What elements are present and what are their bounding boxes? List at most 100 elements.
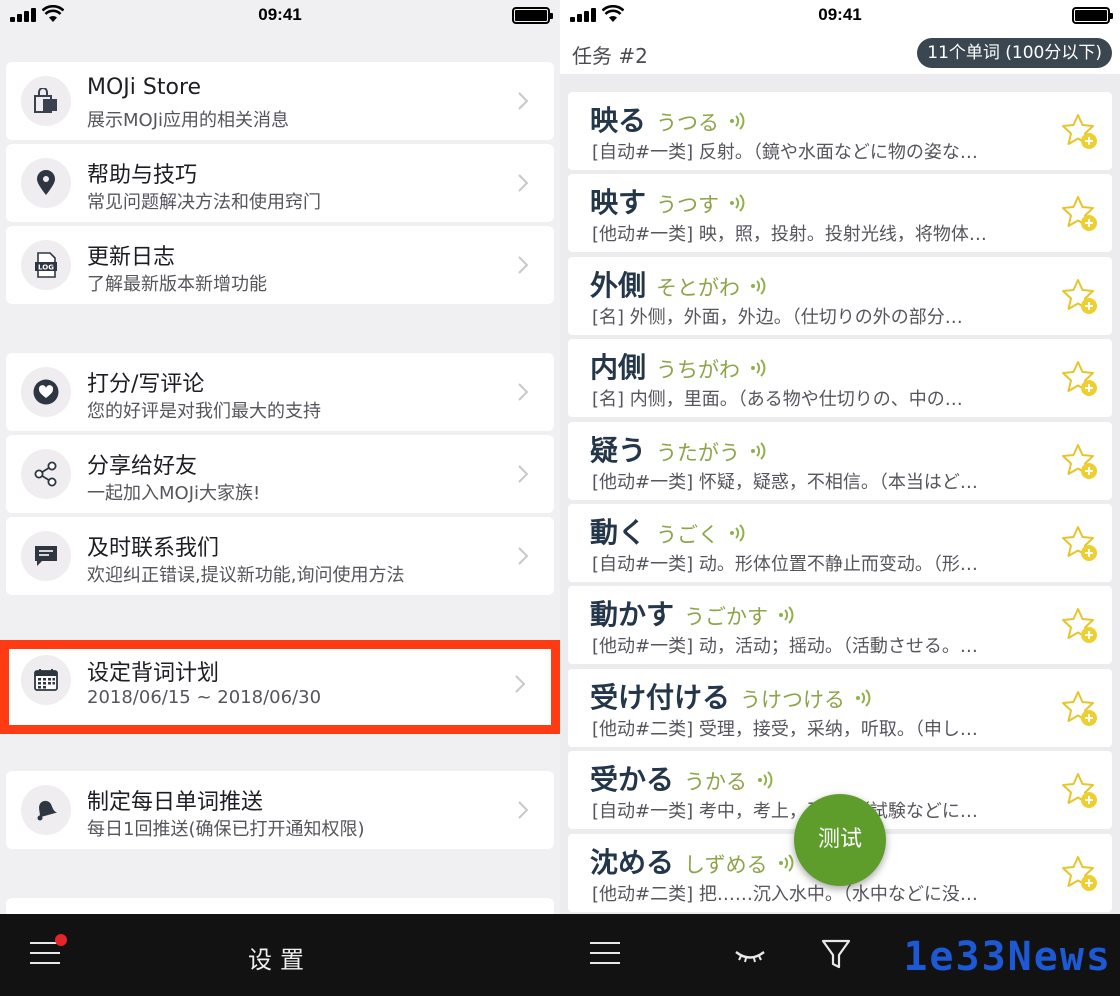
speaker-icon[interactable] <box>778 606 798 625</box>
menu-item-subtitle: 了解最新版本新增功能 <box>87 274 267 295</box>
word-kanji: 内側 <box>590 351 647 385</box>
settings-screen: 09:41 MOJi Store 展示MOJi应用的相关消息 帮助与技巧 常见问… <box>0 0 560 996</box>
log-file-icon: LOG <box>21 240 71 290</box>
word-heading: 動かす うごかす <box>590 593 798 631</box>
speaker-icon[interactable] <box>750 441 770 460</box>
word-kanji: 疑う <box>590 433 647 467</box>
word-card[interactable]: 映る うつる [自动#一类] 反射。（鏡や水面などに物の姿な… <box>568 92 1112 170</box>
menu-item-subtitle: 欢迎纠正错误,提议新功能,询问使用方法 <box>87 565 405 586</box>
menu-item-title: 制定每日单词推送 <box>87 790 264 815</box>
filter-icon[interactable] <box>818 936 854 972</box>
star-add-icon[interactable] <box>1060 277 1100 317</box>
word-reading: うごかす <box>684 605 769 630</box>
menu-item-subtitle: 2018/06/15 ~ 2018/06/30 <box>87 687 322 708</box>
menu-item-changelog[interactable]: LOG 更新日志 了解最新版本新增功能 <box>6 226 554 304</box>
word-kanji: 映る <box>590 104 647 137</box>
bell-icon <box>21 785 71 835</box>
menu-item-rate[interactable]: 打分/写评论 您的好评是对我们最大的支持 <box>6 353 554 431</box>
menu-item-moji-store[interactable]: MOJi Store 展示MOJi应用的相关消息 <box>6 62 554 140</box>
menu-item-daily-push[interactable]: 制定每日单词推送 每日1回推送(确保已打开通知权限) <box>6 771 554 849</box>
hide-eye-icon[interactable] <box>732 936 768 972</box>
chat-icon <box>21 531 71 581</box>
menu-item-subtitle: 一起加入MOJi大家族! <box>87 483 261 504</box>
chevron-right-icon <box>518 92 528 110</box>
word-kanji: 受け付ける <box>590 680 731 714</box>
battery-icon <box>1072 7 1113 24</box>
word-reading: しずめる <box>684 852 768 877</box>
star-add-icon[interactable] <box>1060 524 1100 564</box>
menu-item-title: 及时联系我们 <box>87 536 220 561</box>
star-add-icon[interactable] <box>1060 771 1100 811</box>
speaker-icon[interactable] <box>750 277 770 295</box>
word-reading: うかる <box>684 770 748 795</box>
word-kanji: 外側 <box>590 268 647 302</box>
chevron-right-icon <box>518 547 528 565</box>
word-heading: 沈める しずめる <box>590 841 798 879</box>
menu-item-help[interactable]: 帮助与技巧 常见问题解决方法和使用窍门 <box>6 144 554 222</box>
menu-item-title: 打分/写评论 <box>87 372 205 397</box>
menu-item-study-plan[interactable]: 设定背词计划 2018/06/15 ~ 2018/06/30 <box>9 649 551 725</box>
chevron-right-icon <box>518 256 528 274</box>
menu-item-title: 帮助与技巧 <box>87 163 198 188</box>
word-reading: うたがう <box>656 440 741 465</box>
word-heading: 動く うごく <box>590 511 749 549</box>
star-add-icon[interactable] <box>1060 359 1100 399</box>
word-card[interactable]: 動かす うごかす [他动#一类] 动，活动；摇动。（活動させる。… <box>568 586 1112 665</box>
word-definition: [他动#一类] 怀疑，疑惑，不相信。（本当はど… <box>592 471 978 493</box>
speaker-icon[interactable] <box>729 112 749 130</box>
word-count-badge: 11个单词 (100分以下) <box>917 38 1112 68</box>
watermark: 1e33News <box>903 934 1112 980</box>
word-reading: うけつける <box>740 687 846 712</box>
word-definition: [自动#一类] 动。形体位置不静止而变动。（形… <box>592 554 978 575</box>
menu-item-subtitle: 每日1回推送(确保已打开通知权限) <box>87 819 365 840</box>
status-bar: 09:41 <box>0 0 560 32</box>
word-definition: [他动#二类] 受理，接受，采纳，听取。（申し… <box>592 718 978 740</box>
menu-item-share[interactable]: 分享给好友 一起加入MOJi大家族! <box>6 435 554 513</box>
word-task-screen: 09:41 任务 #2 11个单词 (100分以下) 映る うつる [自动#一类] … <box>560 0 1120 996</box>
word-kanji: 動かす <box>590 598 675 632</box>
word-card[interactable]: 動く うごく [自动#一类] 动。形体位置不静止而变动。（形… <box>568 504 1112 582</box>
star-add-icon[interactable] <box>1060 112 1100 152</box>
speaker-icon[interactable] <box>750 359 770 377</box>
word-reading: そとがわ <box>656 275 741 300</box>
star-add-icon[interactable] <box>1060 606 1100 646</box>
star-add-icon[interactable] <box>1060 194 1100 234</box>
speaker-icon[interactable] <box>729 194 749 213</box>
menu-item-subtitle: 展示MOJi应用的相关消息 <box>87 110 290 131</box>
test-button[interactable]: 测试 <box>794 794 886 886</box>
speaker-icon[interactable] <box>778 853 798 872</box>
chevron-right-icon <box>515 675 525 693</box>
word-card[interactable]: 疑う うたがう [他动#一类] 怀疑，疑惑，不相信。（本当はど… <box>568 421 1112 500</box>
menu-item-title: 更新日志 <box>87 245 176 270</box>
star-add-icon[interactable] <box>1060 689 1100 729</box>
word-kanji: 沈める <box>590 845 675 879</box>
word-definition: [名] 外侧，外面，外边。（仕切りの外の部分… <box>592 306 963 328</box>
word-heading: 外側 そとがわ <box>590 264 770 302</box>
bottom-toolbar: 1e33News <box>560 914 1120 996</box>
highlight-frame: 设定背词计划 2018/06/15 ~ 2018/06/30 <box>0 640 560 734</box>
word-definition: [自动#一类] 反射。（鏡や水面などに物の姿な… <box>592 142 978 163</box>
word-definition: [他动#一类] 映，照，投射。投射光线，将物体… <box>592 224 987 246</box>
chevron-right-icon <box>518 465 528 483</box>
chevron-right-icon <box>518 383 528 401</box>
speaker-icon[interactable] <box>855 689 875 707</box>
task-title: 任务 #2 <box>572 44 648 68</box>
battery-icon <box>512 7 553 24</box>
page-title: 设置 <box>248 946 312 974</box>
menu-item-contact[interactable]: 及时联系我们 欢迎纠正错误,提议新功能,询问使用方法 <box>6 517 554 595</box>
speaker-icon[interactable] <box>757 771 777 789</box>
chevron-right-icon <box>518 801 528 819</box>
menu-icon[interactable] <box>590 940 620 966</box>
speaker-icon[interactable] <box>729 524 749 542</box>
word-card[interactable]: 映す うつす [他动#一类] 映，照，投射。投射光线，将物体… <box>568 174 1112 253</box>
star-add-icon[interactable] <box>1060 854 1100 894</box>
word-card[interactable]: 外側 そとがわ [名] 外侧，外面，外边。（仕切りの外の部分… <box>568 256 1112 335</box>
menu-item-subtitle: 您的好评是对我们最大的支持 <box>87 401 321 422</box>
word-card[interactable]: 内側 うちがわ [名] 内侧，里面。（ある物や仕切りの、中の… <box>568 339 1112 418</box>
word-reading: うごく <box>656 523 720 547</box>
star-add-icon[interactable] <box>1060 442 1100 482</box>
word-kanji: 受かる <box>590 763 675 797</box>
word-card[interactable]: 受け付ける うけつける [他动#二类] 受理，接受，采纳，听取。（申し… <box>568 668 1112 747</box>
word-definition: [他动#一类] 动，活动；摇动。（活動させる。… <box>592 636 978 658</box>
word-reading: うつす <box>656 193 720 218</box>
